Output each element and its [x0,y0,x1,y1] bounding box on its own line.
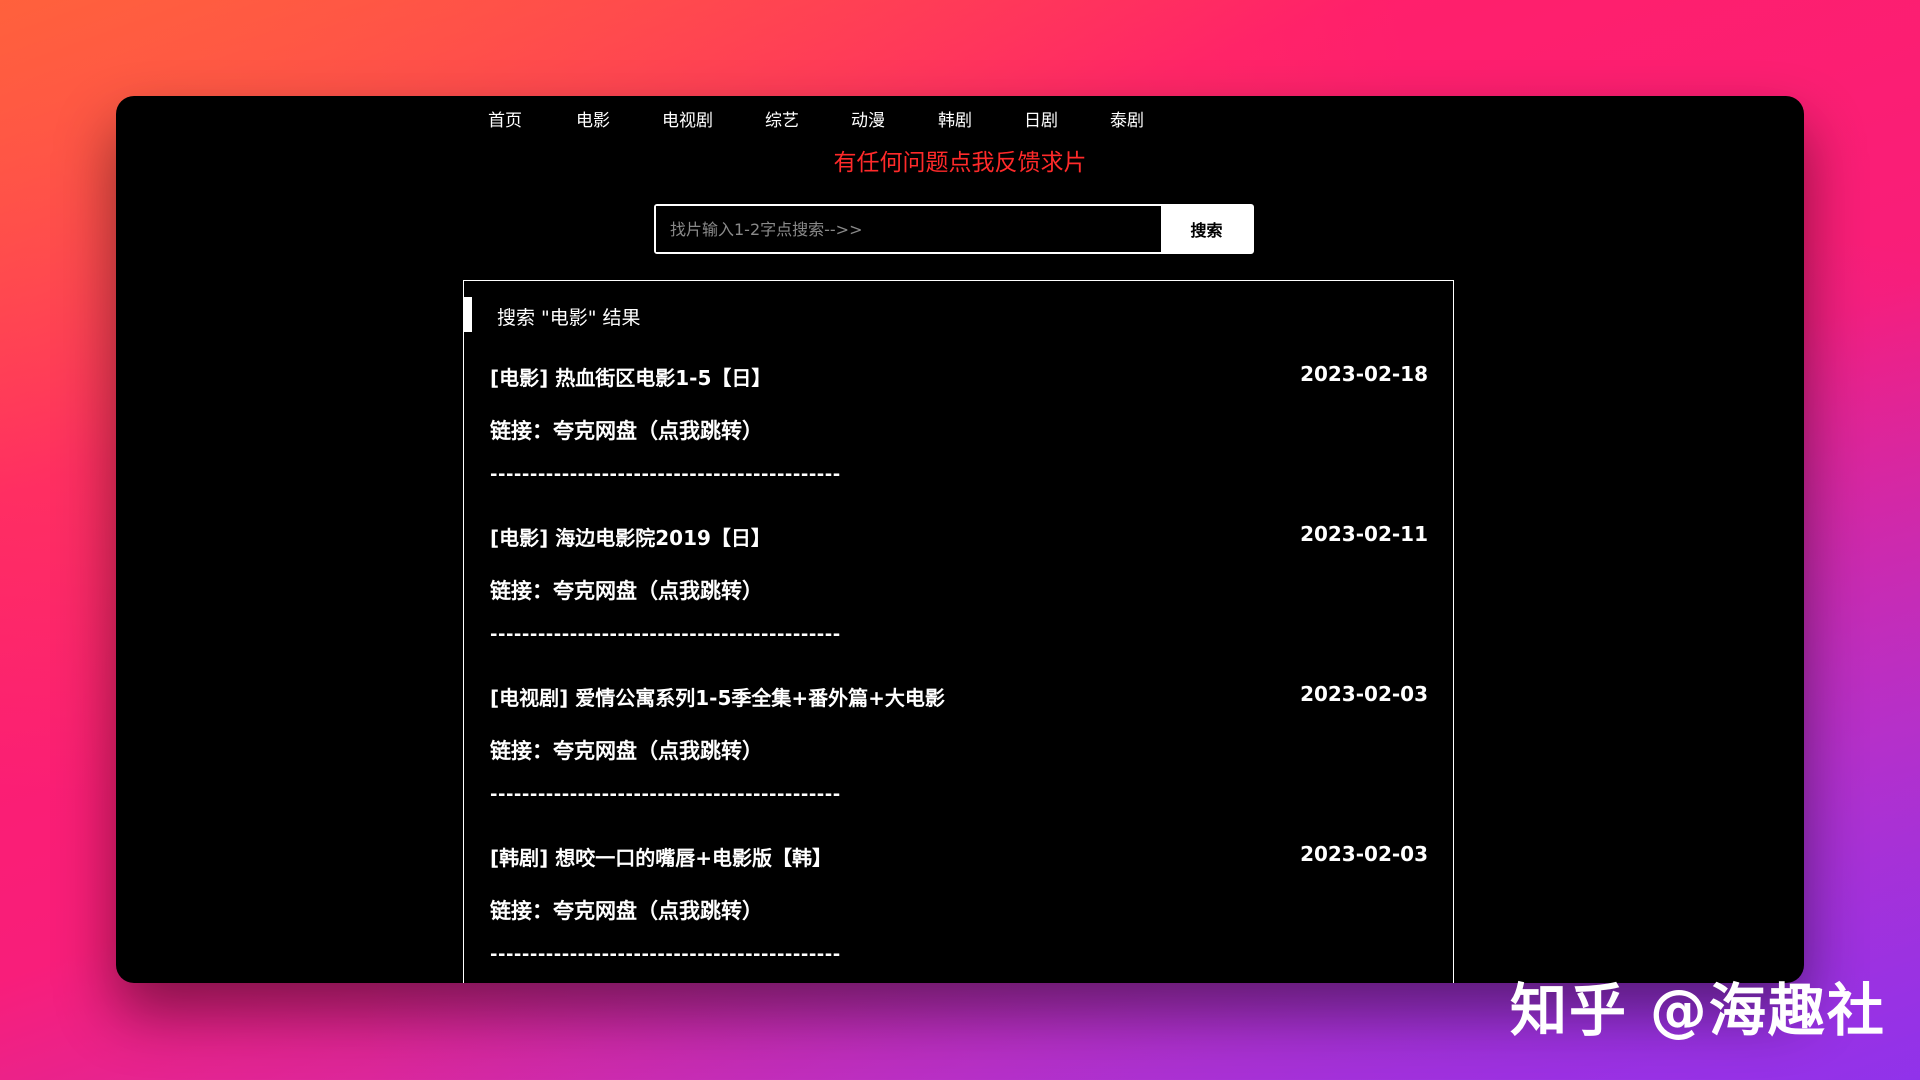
nav-item-home[interactable]: 首页 [488,106,522,131]
result-link[interactable]: 链接：夸克网盘（点我跳转） [490,415,763,445]
result-item: [韩剧] 想咬一口的嘴唇+电影版【韩】 2023-02-03 链接：夸克网盘（点… [490,842,1428,983]
search-input[interactable] [656,206,1161,252]
result-item: [电视剧] 爱情公寓系列1-5季全集+番外篇+大电影 2023-02-03 链接… [490,682,1428,842]
search-bar: 搜索 [654,204,1254,254]
feedback-link[interactable]: 有任何问题点我反馈求片 [116,143,1804,177]
nav-item-tv-series[interactable]: 电视剧 [662,106,713,131]
result-date: 2023-02-03 [1300,842,1428,866]
result-date: 2023-02-11 [1300,522,1428,546]
result-item: [电影] 海边电影院2019【日】 2023-02-11 链接：夸克网盘（点我跳… [490,522,1428,682]
search-button[interactable]: 搜索 [1161,206,1252,252]
result-link[interactable]: 链接：夸克网盘（点我跳转） [490,735,763,765]
nav-item-thai-drama[interactable]: 泰剧 [1110,106,1144,131]
result-date: 2023-02-03 [1300,682,1428,706]
result-title[interactable]: [电影] 海边电影院2019【日】 [490,522,771,551]
result-divider: ----------------------------------------… [490,944,841,965]
zhihu-watermark: 知乎 @海趣社 [1510,978,1886,1044]
search-results-panel: 搜索 "电影" 结果 [电影] 热血街区电影1-5【日】 2023-02-18 … [463,280,1454,983]
results-header: 搜索 "电影" 结果 [464,297,1453,332]
browser-window: 首页 电影 电视剧 综艺 动漫 韩剧 日剧 泰剧 有任何问题点我反馈求片 搜索 … [116,96,1804,983]
nav-item-korean-drama[interactable]: 韩剧 [938,106,972,131]
result-item: [电影] 热血街区电影1-5【日】 2023-02-18 链接：夸克网盘（点我跳… [490,362,1428,522]
result-divider: ----------------------------------------… [490,784,841,805]
nav-item-variety[interactable]: 综艺 [765,106,799,131]
header-accent-bar [464,297,472,332]
result-divider: ----------------------------------------… [490,464,841,485]
result-link[interactable]: 链接：夸克网盘（点我跳转） [490,895,763,925]
result-link[interactable]: 链接：夸克网盘（点我跳转） [490,575,763,605]
result-title[interactable]: [电视剧] 爱情公寓系列1-5季全集+番外篇+大电影 [490,682,945,711]
result-divider: ----------------------------------------… [490,624,841,645]
result-title[interactable]: [电影] 热血街区电影1-5【日】 [490,362,771,391]
nav-item-anime[interactable]: 动漫 [851,106,885,131]
nav-item-movies[interactable]: 电影 [576,106,610,131]
results-heading: 搜索 "电影" 结果 [497,307,641,329]
result-title[interactable]: [韩剧] 想咬一口的嘴唇+电影版【韩】 [490,842,832,871]
result-date: 2023-02-18 [1300,362,1428,386]
top-nav: 首页 电影 电视剧 综艺 动漫 韩剧 日剧 泰剧 [116,96,1804,140]
nav-item-japanese-drama[interactable]: 日剧 [1024,106,1058,131]
